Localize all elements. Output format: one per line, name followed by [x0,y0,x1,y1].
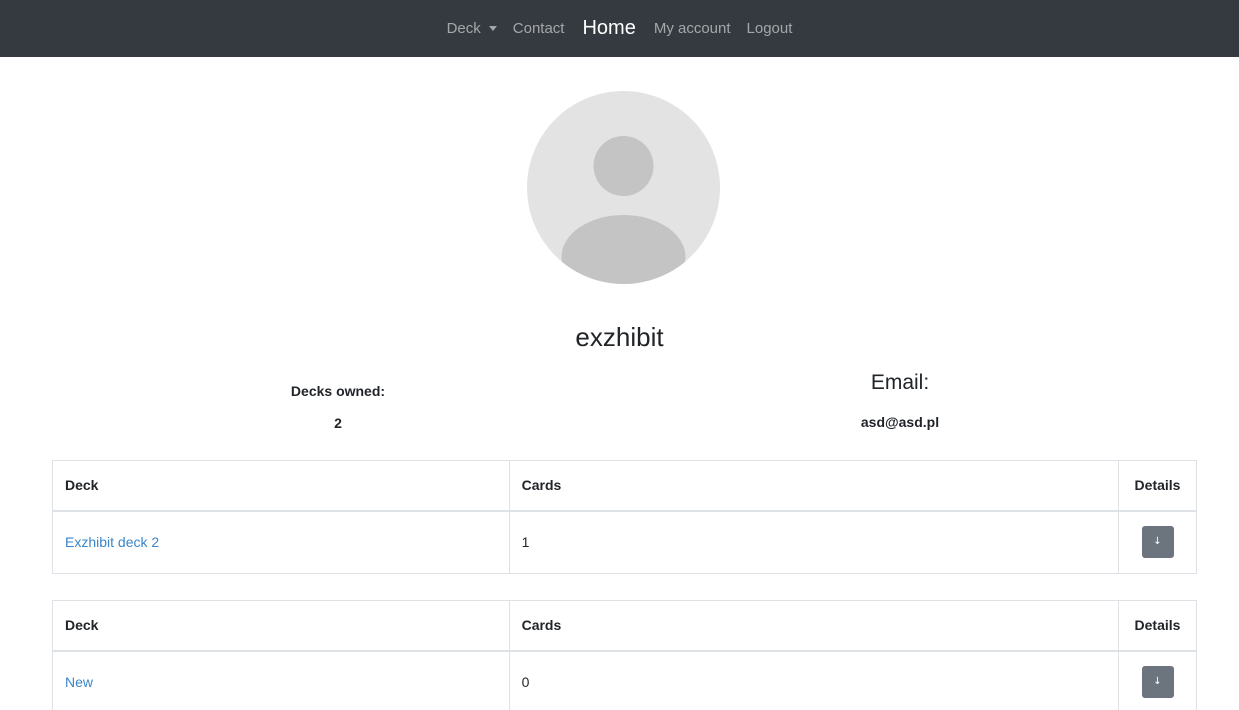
table-header-row: Deck Cards Details [52,600,1197,652]
nav-item-deck-label: Deck [446,20,481,37]
column-header-details: Details [1118,600,1197,652]
nav-item-contact[interactable]: Contact [505,20,573,37]
details-cell: ↓ [1118,510,1197,574]
nav-item-my-account[interactable]: My account [646,20,739,37]
arrow-down-icon: ↓ [1153,536,1162,548]
nav-item-home-label: Home [582,17,636,39]
column-header-deck: Deck [52,460,510,512]
table-row: New 0 ↓ [52,650,1197,710]
nav-item-logout[interactable]: Logout [739,20,801,37]
column-header-cards: Cards [508,600,1120,652]
details-cell: ↓ [1118,650,1197,710]
nav-item-contact-label: Contact [512,20,565,37]
nav-item-logout-label: Logout [746,20,793,37]
details-button[interactable]: ↓ [1141,666,1174,699]
nav-item-home[interactable]: Home [572,17,645,40]
top-navbar: Deck Contact Home My account Logout [0,0,1239,57]
deck-link[interactable]: New [65,674,93,690]
username-heading: exzhibit [575,322,664,352]
deck-table-1: Deck Cards Details Exzhibit deck 2 1 ↓ [52,460,1197,574]
email-label: Email: [870,371,930,394]
deck-name-cell: Exzhibit deck 2 [52,510,510,574]
column-header-cards: Cards [508,460,1120,512]
arrow-down-icon: ↓ [1153,676,1162,688]
nav-item-my-account-label: My account [653,20,731,37]
user-silhouette-icon [561,136,686,284]
avatar [527,91,720,284]
deck-link[interactable]: Exzhibit deck 2 [65,534,159,550]
deck-table-2: Deck Cards Details New 0 ↓ [52,600,1197,710]
decks-owned-value: 2 [334,415,342,431]
table-header-row: Deck Cards Details [52,460,1197,512]
nav-list: Deck Contact Home My account Logout [0,0,1239,57]
nav-item-deck[interactable]: Deck [439,20,505,37]
chevron-down-icon [488,26,497,31]
table-row: Exzhibit deck 2 1 ↓ [52,510,1197,574]
card-count-cell: 0 [508,650,1120,710]
decks-owned-label: Decks owned: [290,383,386,399]
email-value: asd@asd.pl [860,414,940,430]
details-button[interactable]: ↓ [1141,526,1174,559]
card-count-cell: 1 [508,510,1120,574]
column-header-details: Details [1118,460,1197,512]
column-header-deck: Deck [52,600,510,652]
deck-name-cell: New [52,650,510,710]
